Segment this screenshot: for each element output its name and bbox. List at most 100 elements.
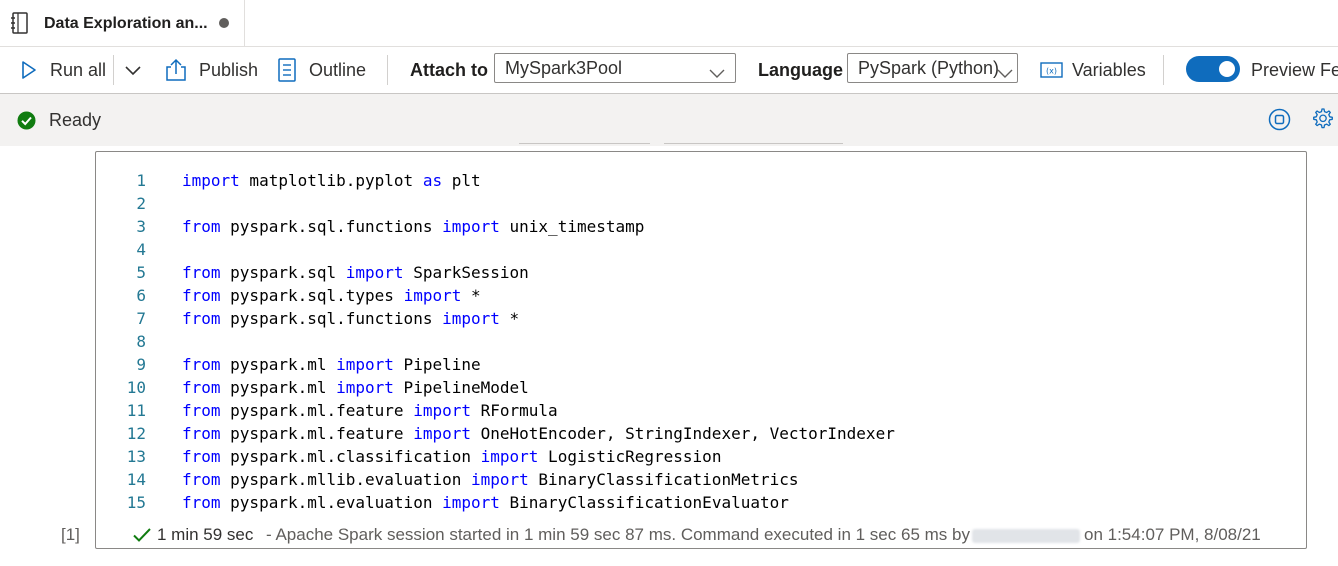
divider — [387, 55, 388, 85]
code-token: pyspark.ml.feature — [220, 424, 414, 443]
code-token: * — [461, 286, 481, 305]
code-text: from pyspark.ml.classification import Lo… — [182, 445, 721, 468]
code-text: from pyspark.sql.functions import * — [182, 307, 519, 330]
keyword-token: as — [422, 171, 443, 190]
code-token: pyspark.sql.functions — [220, 309, 443, 328]
status-bar: Ready — [0, 93, 1338, 146]
chevron-down-icon — [709, 63, 725, 84]
notebook-icon — [10, 12, 30, 39]
variables-label: Variables — [1072, 59, 1146, 80]
variables-button[interactable]: (x) Variables — [1040, 47, 1146, 93]
code-token: SparkSession — [403, 263, 529, 282]
keyword-token: from — [182, 355, 221, 374]
keyword-token: from — [182, 378, 221, 397]
code-text: from pyspark.ml.feature import RFormula — [182, 399, 558, 422]
language-select[interactable]: PySpark (Python) — [847, 53, 1018, 83]
line-number: 1 — [136, 171, 146, 190]
keyword-token: import — [413, 424, 471, 443]
code-text: from pyspark.sql.types import * — [182, 284, 481, 307]
keyword-token: from — [182, 493, 221, 512]
hidden-tab-edge — [519, 143, 650, 144]
unsaved-indicator[interactable] — [219, 18, 229, 28]
tab-bar: Data Exploration an... — [0, 0, 1338, 47]
check-circle-icon — [17, 111, 36, 135]
session-status: Ready — [49, 110, 102, 130]
code-text: from pyspark.sql import SparkSession — [182, 261, 529, 284]
code-token: Pipeline — [393, 355, 481, 374]
chevron-down-icon — [124, 64, 142, 76]
keyword-token: import — [442, 217, 500, 236]
code-text: from pyspark.ml import Pipeline — [182, 353, 481, 376]
keyword-token: from — [182, 309, 221, 328]
hidden-tab-edge — [664, 143, 843, 144]
code-text: from pyspark.mllib.evaluation import Bin… — [182, 468, 799, 491]
cell-output-status: 1 min 59 sec - Apache Spark session star… — [96, 525, 1308, 549]
keyword-token: from — [182, 447, 221, 466]
code-token: pyspark.mllib.evaluation — [220, 470, 471, 489]
line-number: 10 — [126, 378, 146, 397]
code-token: unix_timestamp — [499, 217, 645, 236]
line-number: 3 — [136, 217, 146, 236]
code-text: from pyspark.ml.evaluation import Binary… — [182, 491, 789, 514]
line-number: 11 — [126, 401, 146, 420]
code-token: pyspark.sql — [220, 263, 346, 282]
run-all-label: Run all — [50, 59, 107, 80]
cell-duration: 1 min 59 sec — [157, 525, 254, 544]
run-dropdown-button[interactable] — [124, 47, 142, 93]
attach-to-select[interactable]: MySpark3Pool — [494, 53, 736, 83]
keyword-token: from — [182, 263, 221, 282]
keyword-token: import — [336, 355, 394, 374]
keyword-token: import — [442, 309, 500, 328]
keyword-token: import — [480, 447, 539, 466]
code-cell[interactable]: 1 import matplotlib.pyplot as plt 2 3 from p… — [95, 151, 1307, 549]
toggle-knob — [1219, 61, 1235, 77]
attach-to-label: Attach to — [410, 59, 488, 80]
keyword-token: from — [182, 401, 221, 420]
preview-features-toggle[interactable] — [1186, 56, 1240, 82]
outline-label: Outline — [309, 59, 367, 80]
code-text: import matplotlib.pyplot as plt — [182, 169, 481, 192]
line-number: 12 — [126, 424, 146, 443]
line-number: 7 — [136, 309, 146, 328]
cell-timestamp: on 1:54:07 PM, 8/08/21 — [1084, 525, 1261, 544]
code-token: pyspark.ml — [220, 355, 337, 374]
variables-icon: (x) — [1040, 61, 1063, 79]
line-number: 13 — [126, 447, 146, 466]
gear-icon[interactable] — [1310, 107, 1334, 136]
publish-button[interactable]: Publish — [164, 47, 258, 93]
keyword-token: import — [345, 263, 404, 282]
code-text: from pyspark.ml.feature import OneHotEnc… — [182, 422, 895, 445]
code-token: LogisticRegression — [538, 447, 722, 466]
divider — [113, 55, 114, 85]
play-icon — [20, 60, 38, 80]
code-token: pyspark.ml.evaluation — [220, 493, 443, 512]
keyword-token: import — [403, 286, 462, 305]
code-text: from pyspark.sql.functions import unix_t… — [182, 215, 644, 238]
code-token: PipelineModel — [393, 378, 529, 397]
code-token: * — [499, 309, 520, 328]
line-number: 2 — [136, 194, 146, 213]
line-number: 14 — [126, 470, 146, 489]
line-number: 8 — [136, 332, 146, 351]
checkmark-icon — [133, 527, 151, 548]
cell-message: - Apache Spark session started in 1 min … — [266, 525, 970, 544]
keyword-token: import — [413, 401, 471, 420]
attach-to-value: MySpark3Pool — [505, 57, 623, 78]
preview-features-label: Preview Fea — [1251, 59, 1338, 80]
keyword-token: import — [470, 470, 529, 489]
line-number: 6 — [136, 286, 146, 305]
notebook-tab[interactable]: Data Exploration an... — [0, 0, 245, 46]
code-token: RFormula — [470, 401, 558, 420]
keyword-token: from — [182, 286, 221, 305]
keyword-token: import — [182, 171, 240, 190]
toolbar: Run all Publish Outline Attach to MySpar… — [0, 47, 1338, 93]
code-token: BinaryClassificationMetrics — [528, 470, 799, 489]
outline-button[interactable]: Outline — [277, 47, 366, 93]
line-number: 9 — [136, 355, 146, 374]
language-label: Language — [758, 59, 844, 80]
code-token: BinaryClassificationEvaluator — [499, 493, 789, 512]
language-value: PySpark (Python) — [858, 57, 1000, 78]
run-all-button[interactable]: Run all — [20, 47, 106, 93]
tab-title: Data Exploration an... — [44, 15, 208, 32]
stop-session-icon[interactable] — [1268, 108, 1291, 136]
